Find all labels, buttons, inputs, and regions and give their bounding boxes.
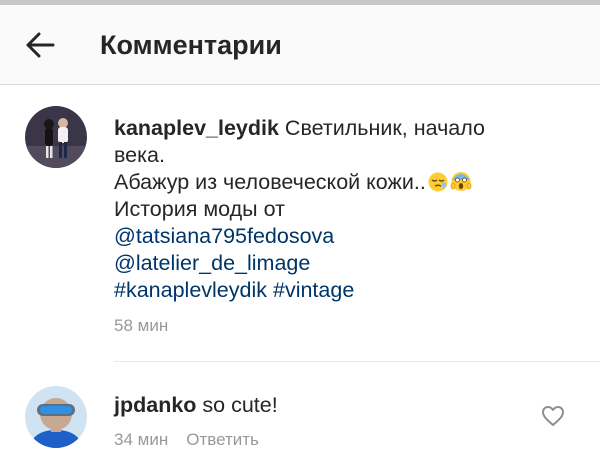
page-title: Комментарии — [100, 30, 282, 60]
back-button[interactable] — [22, 27, 58, 63]
avatar-image — [25, 386, 87, 448]
heart-outline-icon — [542, 406, 564, 426]
comment-text-line: so cute! — [202, 393, 278, 417]
comment-text: jpdanko so cute! — [114, 392, 544, 419]
hashtag-link[interactable]: #vintage — [273, 278, 354, 302]
comment-meta: 58 мин — [114, 316, 168, 336]
screaming-face-emoji-icon — [450, 172, 472, 191]
avatar[interactable] — [25, 106, 87, 168]
sleepy-face-emoji-icon — [428, 172, 448, 192]
comment-text-line: Абажур из человеческой кожи.. — [114, 170, 426, 194]
mention-link[interactable]: @latelier_de_limage — [114, 251, 310, 275]
comment-username[interactable]: jpdanko — [114, 393, 196, 417]
like-button[interactable] — [541, 405, 565, 427]
reply-button[interactable]: Ответить — [186, 430, 259, 450]
comment-text-line: История моды от — [114, 197, 285, 221]
comment-username[interactable]: kanaplev_leydik — [114, 116, 279, 140]
comment-timestamp: 58 мин — [114, 316, 169, 335]
mention-link[interactable]: @tatsiana795fedosova — [114, 224, 334, 248]
comment-text-line: века. — [114, 143, 165, 167]
comment-meta: 34 мин Ответить — [114, 430, 259, 450]
comment-text-line: Светильник, начало — [284, 116, 485, 140]
hashtag-link[interactable]: #kanaplevleydik — [114, 278, 267, 302]
comment-divider — [114, 361, 600, 362]
avatar[interactable] — [25, 386, 87, 448]
comment-text: kanaplev_leydik Светильник, начало века.… — [114, 115, 544, 304]
arrow-left-icon — [26, 32, 55, 58]
header-bar: Комментарии — [0, 5, 600, 85]
comment-timestamp: 34 мин — [114, 430, 169, 449]
avatar-image — [25, 106, 87, 168]
